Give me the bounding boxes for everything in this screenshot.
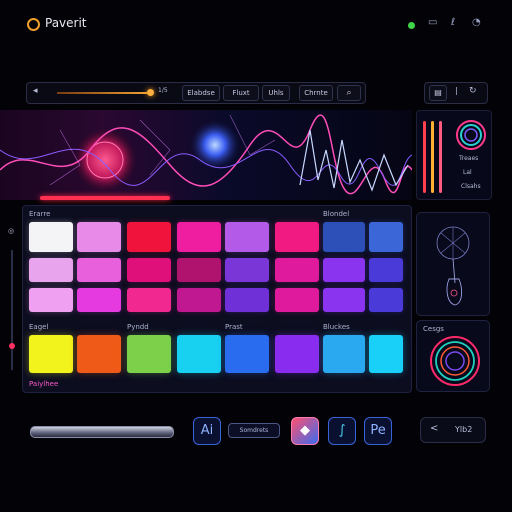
pad-3-3[interactable] (127, 288, 171, 312)
pad-3-5[interactable] (225, 288, 269, 312)
level-meter-1[interactable] (423, 121, 426, 193)
meter-label-2: Lal (463, 169, 472, 176)
footer-field[interactable]: Somdrets (228, 423, 280, 438)
sync-icon[interactable]: ↻ (469, 86, 477, 96)
pad-4-3[interactable] (127, 335, 171, 373)
grid-label-top-left: Erarre (29, 210, 51, 218)
search-icon[interactable]: ⌕ (337, 85, 361, 101)
share-icon[interactable]: < (430, 423, 438, 434)
grid-footer-label: Paiylhee (29, 380, 59, 388)
pad-3-2[interactable] (77, 288, 121, 312)
pad-3-4[interactable] (177, 288, 221, 312)
pad-1-3[interactable] (127, 222, 171, 252)
pad-3-8[interactable] (369, 288, 403, 312)
pad-grid-panel: Erarre Blondel Eagel Pyndd Prast Bluckes… (22, 205, 412, 393)
grid-label-mid-1: Eagel (29, 323, 49, 331)
share-text: Ylb2 (455, 425, 473, 434)
pad-1-5[interactable] (225, 222, 269, 252)
flare-glow (189, 119, 241, 171)
pad-1-7[interactable] (323, 222, 365, 252)
grid-label-top-right: Blondel (323, 210, 350, 218)
pad-2-1[interactable] (29, 258, 73, 282)
pad-2-3[interactable] (127, 258, 171, 282)
rings-icon[interactable] (427, 331, 483, 387)
pad-2-2[interactable] (77, 258, 121, 282)
toolbar-button-3[interactable]: Uhls (262, 85, 290, 101)
ring-panel: Cesgs (416, 320, 490, 392)
grid-label-mid-2: Pyndd (127, 323, 149, 331)
photoshop-app-icon[interactable]: Pe (364, 417, 392, 445)
profile-icon[interactable]: ◔ (472, 17, 481, 28)
divider-icon: | (455, 86, 458, 95)
folder-icon[interactable]: ▤ (429, 85, 447, 101)
side-strip: ◎ (6, 215, 18, 385)
pad-2-8[interactable] (369, 258, 403, 282)
knob-icon[interactable] (455, 119, 487, 151)
status-indicator (408, 22, 415, 29)
toolbar-button-2[interactable]: Fluxt (223, 85, 259, 101)
orb-glow (73, 128, 137, 192)
illustrator-app-icon[interactable]: Ai (193, 417, 221, 445)
stylus-pen[interactable] (30, 426, 174, 438)
instrument-panel (416, 212, 490, 316)
folder-icon[interactable]: ▭ (428, 17, 437, 28)
toolbar-button-4[interactable]: Chrnte (299, 85, 333, 101)
app-logo-icon (27, 18, 40, 31)
pad-4-8[interactable] (369, 335, 403, 373)
pad-1-4[interactable] (177, 222, 221, 252)
toolbar-button-1[interactable]: Elabdse (182, 85, 220, 101)
pad-4-4[interactable] (177, 335, 221, 373)
side-slider-knob[interactable] (9, 343, 15, 349)
pad-1-6[interactable] (275, 222, 319, 252)
share-control: < Ylb2 (420, 417, 486, 443)
pad-4-1[interactable] (29, 335, 73, 373)
pad-2-5[interactable] (225, 258, 269, 282)
guitar-icon (436, 226, 470, 306)
waveform-graphic (0, 114, 412, 195)
pad-4-7[interactable] (323, 335, 365, 373)
volume-slider[interactable] (57, 92, 147, 94)
pad-1-1[interactable] (29, 222, 73, 252)
meter-label-1: Treaes (459, 155, 479, 162)
level-meter-2[interactable] (431, 121, 434, 193)
side-slider[interactable] (11, 250, 13, 370)
pad-1-8[interactable] (369, 222, 403, 252)
toolbar-right: ▤ | ↻ (424, 82, 488, 104)
pad-3-6[interactable] (275, 288, 319, 312)
volume-slider-knob[interactable] (147, 89, 154, 96)
app-title: Paverit (45, 16, 87, 30)
toolbar: ◂ 1/5 Elabdse Fluxt Uhls Chrnte ⌕ (26, 82, 366, 104)
level-meter-3[interactable] (439, 121, 442, 193)
waveform-visualizer (0, 110, 412, 200)
grid-label-mid-3: Prast (225, 323, 243, 331)
pad-2-6[interactable] (275, 258, 319, 282)
speaker-icon[interactable]: ◂ (33, 86, 38, 96)
pad-4-5[interactable] (225, 335, 269, 373)
pad-2-7[interactable] (323, 258, 365, 282)
pad-2-4[interactable] (177, 258, 221, 282)
progress-bar (40, 196, 170, 200)
meter-panel: Treaes Lal Clsahs (416, 110, 492, 200)
lock-icon[interactable]: ◎ (8, 227, 14, 235)
brush-app-icon[interactable]: ∫ (328, 417, 356, 445)
grid-label-mid-4: Bluckes (323, 323, 350, 331)
pad-4-6[interactable] (275, 335, 319, 373)
pad-1-2[interactable] (77, 222, 121, 252)
volume-value: 1/5 (158, 87, 168, 94)
pad-3-7[interactable] (323, 288, 365, 312)
pad-4-2[interactable] (77, 335, 121, 373)
brush-icon[interactable]: ℓ (451, 17, 455, 28)
meter-label-3: Clsahs (461, 183, 481, 190)
color-app-icon[interactable]: ◆ (291, 417, 319, 445)
pad-3-1[interactable] (29, 288, 73, 312)
